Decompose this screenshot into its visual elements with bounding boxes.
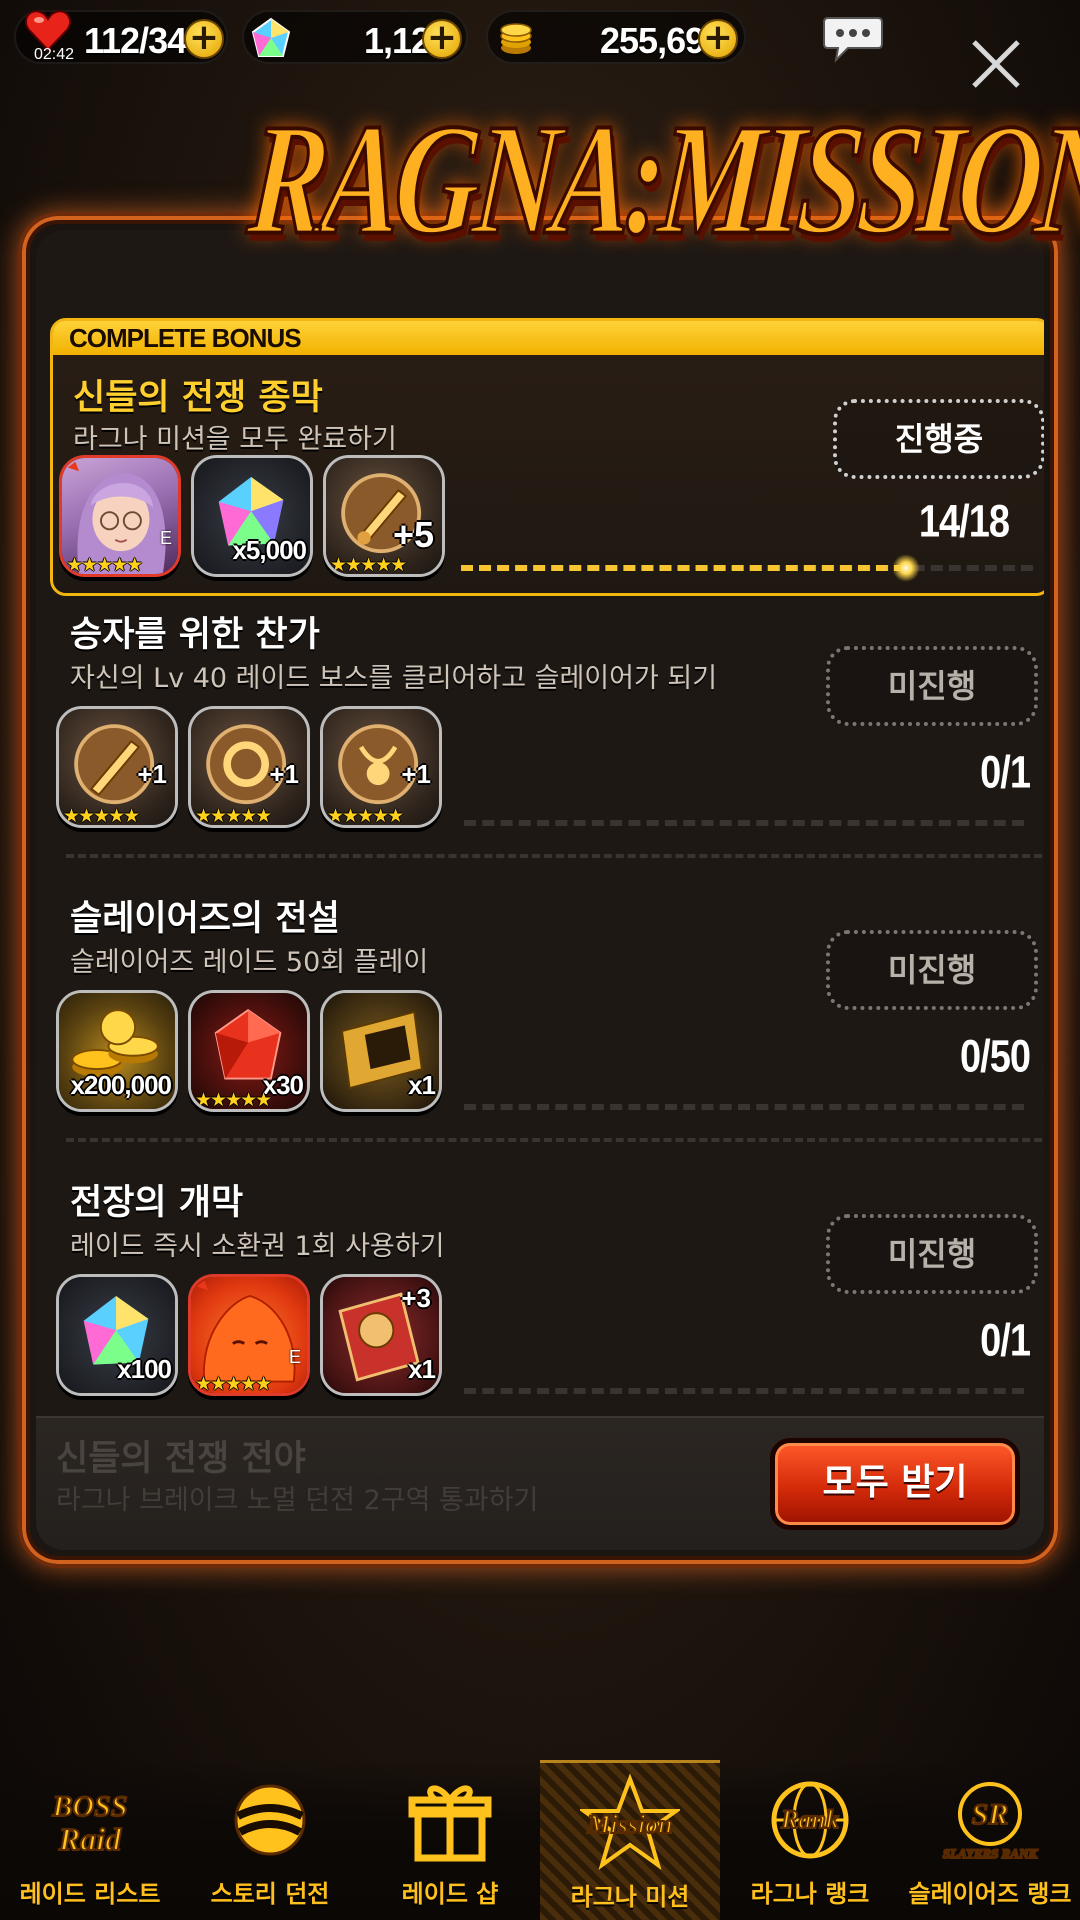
upgrade-level: +1 <box>137 759 167 789</box>
reward-hero[interactable]: E ★★★★★ <box>188 1274 310 1396</box>
nav-slayers-rank[interactable]: SR SLAYERS RANK 슬레이어즈 랭크 <box>900 1760 1080 1920</box>
mission-star-icon: Mission <box>580 1773 680 1870</box>
nav-label: 레이드 샵 <box>401 1880 499 1908</box>
status-not-started-button[interactable]: 미진행 <box>826 1214 1038 1294</box>
mission-list[interactable]: COMPLETE BONUS 신들의 전쟁 종막 라그나 미션을 모두 완료하기… <box>36 230 1044 1550</box>
clock: 02:42 <box>34 46 75 63</box>
mission-panel: COMPLETE BONUS 신들의 전쟁 종막 라그나 미션을 모두 완료하기… <box>18 212 1062 1568</box>
mission-card: 슬레이어즈의 전설 슬레이어즈 레이드 50회 플레이 미진행 x200,000 <box>50 878 1044 1148</box>
reward-quantity: x100 <box>117 1354 172 1384</box>
action-bar: 신들의 전쟁 전야 라그나 브레이크 노멀 던전 2구역 통과하기 모두 받기 <box>36 1416 1044 1550</box>
reward-gems[interactable]: x100 <box>56 1274 178 1396</box>
reward-hero[interactable]: E ★★★★★ <box>59 455 181 577</box>
status-not-started-button[interactable]: 미진행 <box>826 646 1038 726</box>
reward-equipment[interactable]: +1 ★★★★★ <box>188 706 310 828</box>
progress-track <box>464 820 1024 826</box>
reward-quantity: x1 <box>408 1354 436 1384</box>
reward-ruby[interactable]: x30 ★★★★★ <box>188 990 310 1112</box>
nav-label: 레이드 리스트 <box>19 1880 161 1908</box>
progress-text: 14/18 <box>918 496 1010 548</box>
svg-text:Mission: Mission <box>586 1810 672 1839</box>
stamina-counter: 02:42 112/346 + <box>14 10 228 64</box>
nav-ragna-mission[interactable]: Mission 라그나 미션 <box>540 1760 720 1920</box>
reward-summon-card[interactable]: +3 x1 <box>320 1274 442 1396</box>
star-rating: ★★★★★ <box>327 805 404 827</box>
mission-card: 전장의 개막 레이드 즉시 소환권 1회 사용하기 미진행 x100 E ★★★… <box>50 1162 1044 1432</box>
mission-title: 슬레이어즈의 전설 <box>70 899 340 939</box>
nav-ragna-rank[interactable]: Rank 라그나 랭크 <box>720 1760 900 1920</box>
upgrade-level: +1 <box>401 759 431 789</box>
story-orb-icon <box>234 1784 306 1856</box>
mission-description: 레이드 즉시 소환권 1회 사용하기 <box>70 1231 445 1262</box>
progress-track <box>461 554 1033 582</box>
nav-label: 라그나 미션 <box>570 1883 690 1911</box>
tier-label: E <box>288 1347 301 1367</box>
svg-text:Raid: Raid <box>58 1821 122 1857</box>
claim-all-button[interactable]: 모두 받기 <box>770 1438 1020 1530</box>
progress-track <box>464 1388 1024 1394</box>
progress-text: 0/1 <box>980 747 1031 799</box>
mission-description: 라그나 미션을 모두 완료하기 <box>73 424 397 455</box>
reward-ticket[interactable]: x1 <box>320 990 442 1112</box>
reward-quantity: x5,000 <box>232 535 307 565</box>
star-rating: ★★★★★ <box>195 1089 272 1111</box>
reward-equipment[interactable]: +5 ★★★★★ <box>323 455 445 577</box>
star-rating: ★★★★★ <box>66 554 143 576</box>
upgrade-level: +1 <box>269 759 299 789</box>
nav-raid-shop[interactable]: 레이드 샵 <box>360 1760 540 1920</box>
nav-label: 라그나 랭크 <box>750 1880 870 1908</box>
gift-icon <box>408 1785 492 1862</box>
add-stamina-button[interactable]: + <box>184 19 224 59</box>
status-in-progress-button[interactable]: 진행중 <box>833 399 1044 479</box>
divider <box>66 1138 1044 1142</box>
complete-bonus-card: COMPLETE BONUS 신들의 전쟁 종막 라그나 미션을 모두 완료하기… <box>50 318 1044 596</box>
logo-text: RAGNA:MISSION <box>241 89 1080 269</box>
star-rating: ★★★★★ <box>195 805 272 827</box>
status-not-started-button[interactable]: 미진행 <box>826 930 1038 1010</box>
progress-fill <box>461 565 906 571</box>
progress-track <box>464 1104 1024 1110</box>
svg-text:BOSS: BOSS <box>51 1790 127 1823</box>
rank-globe-icon: Rank <box>771 1781 849 1859</box>
ragna-mission-logo: RAGNA:MISSION <box>241 80 1080 280</box>
reward-gems[interactable]: x5,000 <box>191 455 313 577</box>
next-mission-description: 라그나 브레이크 노멀 던전 2구역 통과하기 <box>56 1485 539 1516</box>
star-rating: ★★★★★ <box>63 805 140 827</box>
mission-description: 자신의 Lv 40 레이드 보스를 클리어하고 슬레이어가 되기 <box>70 663 718 694</box>
mission-card: 승자를 위한 찬가 자신의 Lv 40 레이드 보스를 클리어하고 슬레이어가 … <box>50 594 1044 864</box>
reward-quantity: x200,000 <box>70 1070 172 1100</box>
reward-equipment[interactable]: +1 ★★★★★ <box>56 706 178 828</box>
star-rating: ★★★★★ <box>195 1373 272 1395</box>
tier-label: E <box>159 528 172 548</box>
reward-equipment[interactable]: +1 ★★★★★ <box>320 706 442 828</box>
progress-text: 0/50 <box>960 1031 1031 1083</box>
next-mission-title: 신들의 전쟁 전야 <box>56 1439 306 1479</box>
slayers-rank-icon: SR SLAYERS RANK <box>942 1782 1039 1862</box>
progress-text: 0/1 <box>980 1315 1031 1367</box>
nav-label: 스토리 던전 <box>210 1880 330 1908</box>
upgrade-level: +3 <box>401 1283 431 1313</box>
mission-title: 전장의 개막 <box>70 1183 244 1223</box>
upgrade-level: +5 <box>392 514 434 555</box>
divider <box>66 854 1044 858</box>
nav-label: 슬레이어즈 랭크 <box>908 1880 1072 1908</box>
star-rating: ★★★★★ <box>330 554 407 576</box>
svg-text:SR: SR <box>972 1798 1009 1831</box>
reward-gold[interactable]: x200,000 <box>56 990 178 1112</box>
complete-bonus-label: COMPLETE BONUS <box>53 321 1044 355</box>
reward-quantity: x1 <box>408 1070 436 1100</box>
svg-text:Rank: Rank <box>780 1805 839 1834</box>
mission-title: 신들의 전쟁 종막 <box>73 378 323 418</box>
bottom-nav: BOSS Raid 레이드 리스트 스토리 던전 레이드 샵 Mission 라… <box>0 1760 1080 1920</box>
boss-raid-icon: BOSS Raid <box>50 1789 128 1858</box>
progress-spark <box>891 554 920 582</box>
nav-story-dungeon[interactable]: 스토리 던전 <box>180 1760 360 1920</box>
nav-raid-list[interactable]: BOSS Raid 레이드 리스트 <box>0 1760 180 1920</box>
mission-description: 슬레이어즈 레이드 50회 플레이 <box>70 947 429 978</box>
svg-text:SLAYERS RANK: SLAYERS RANK <box>943 1846 1039 1861</box>
mission-title: 승자를 위한 찬가 <box>70 615 320 655</box>
close-icon[interactable] <box>968 36 1024 92</box>
